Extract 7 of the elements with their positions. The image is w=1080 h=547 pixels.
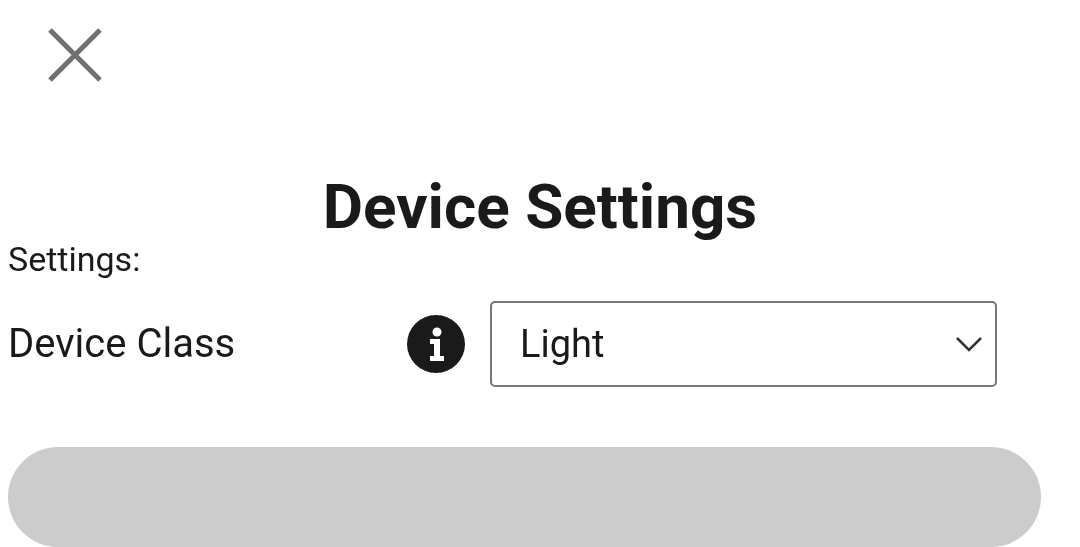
close-icon xyxy=(46,26,104,84)
chevron-down-icon xyxy=(955,336,983,352)
info-icon[interactable] xyxy=(406,314,466,374)
field-label: Device Class xyxy=(8,320,237,368)
dialog-title: Device Settings xyxy=(322,169,758,245)
section-label: Settings: xyxy=(8,239,141,279)
device-class-select[interactable]: Light xyxy=(490,301,997,387)
